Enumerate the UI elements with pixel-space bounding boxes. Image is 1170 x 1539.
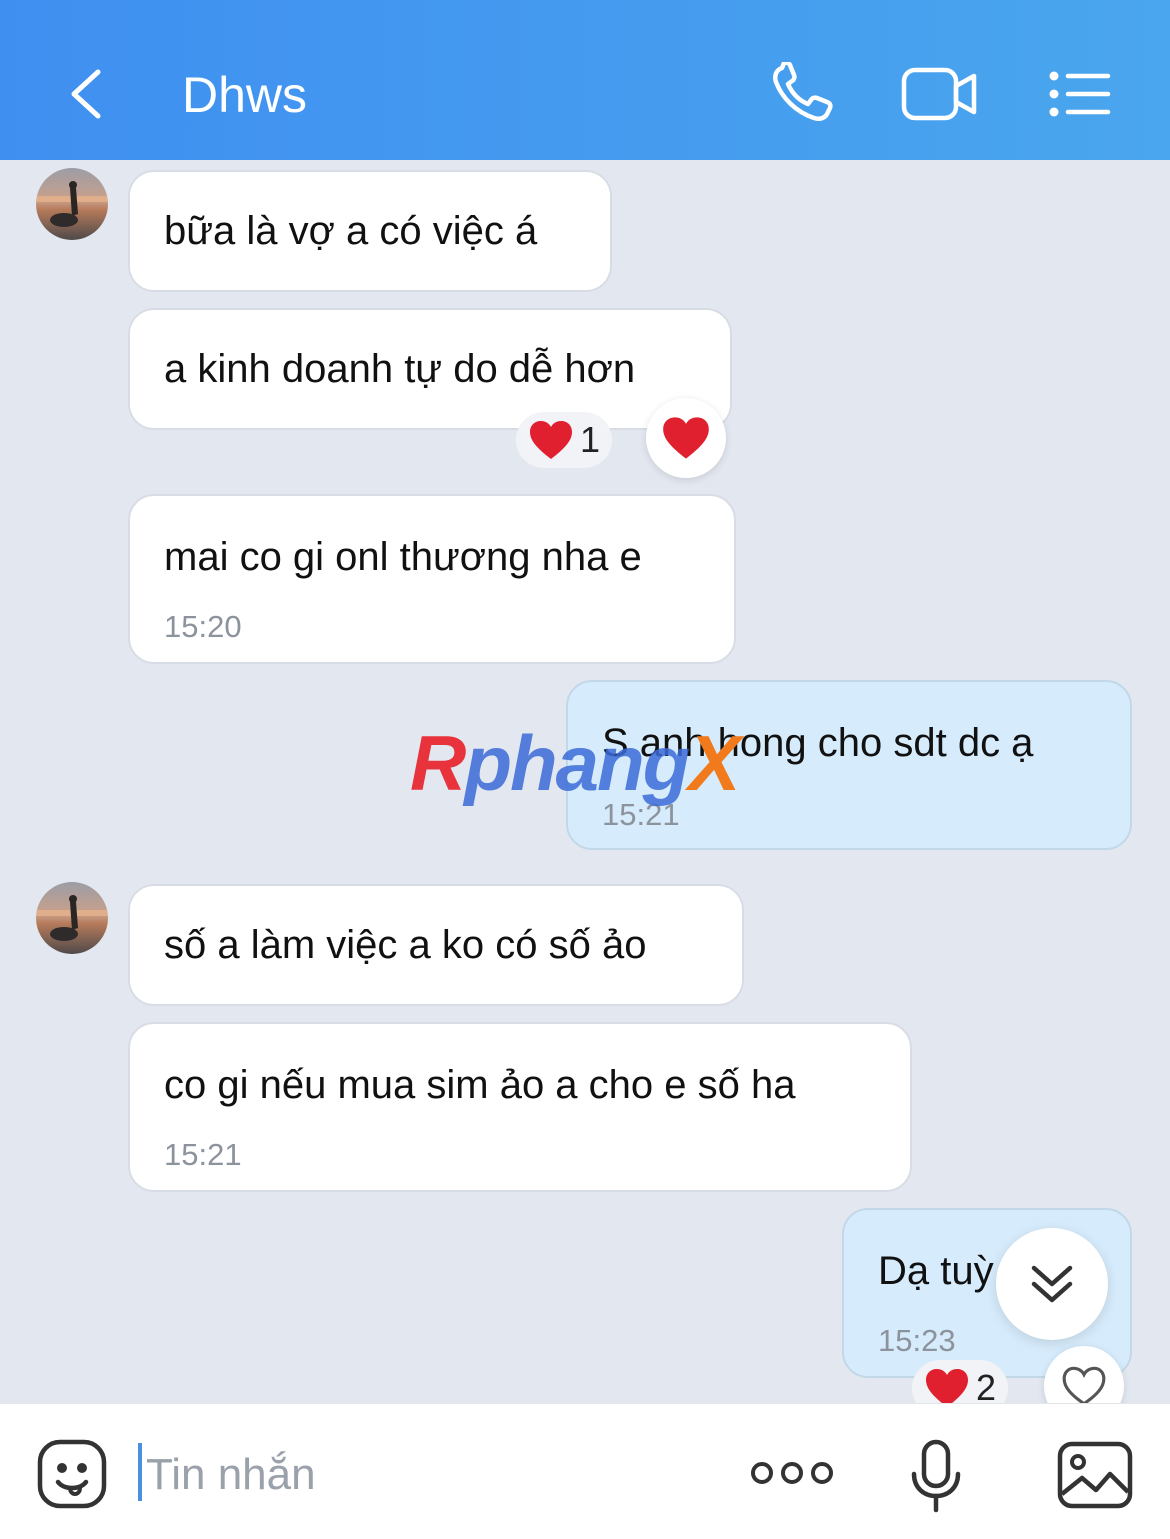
message-input[interactable]: Tin nhắn [146,1448,316,1502]
incoming-message[interactable]: co gi nếu mua sim ảo a cho e số ha 15:21 [128,1022,912,1192]
sticker-face-icon [37,1439,107,1509]
back-button[interactable] [62,64,114,124]
send-image-button[interactable] [1056,1440,1134,1510]
more-dots-icon [751,1462,833,1484]
message-text: mai co gi onl thương nha e [164,535,642,579]
watermark-text: phang [464,719,690,807]
voice-call-button[interactable] [768,60,838,126]
react-button[interactable] [646,398,726,478]
heart-icon [926,1369,968,1403]
message-text: bữa là vợ a có việc á [164,209,538,253]
sticker-button[interactable] [36,1438,108,1510]
more-options-button[interactable] [750,1458,834,1488]
image-icon [1057,1441,1133,1509]
watermark-logo: RphangX [410,718,740,808]
message-text: co gi nếu mua sim ảo a cho e số ha [164,1063,796,1107]
heart-icon [530,421,572,459]
contact-avatar[interactable] [36,168,108,240]
incoming-message[interactable]: mai co gi onl thương nha e 15:20 [128,494,736,664]
video-camera-icon [901,67,977,121]
list-menu-icon [1049,71,1111,117]
video-call-button[interactable] [900,66,980,122]
avatar-photo-icon [36,181,108,227]
reaction-count: 2 [976,1367,997,1403]
message-time: 15:23 [878,1323,956,1358]
heart-outline-icon [1062,1366,1106,1403]
chevron-left-icon [71,69,101,119]
voice-record-button[interactable] [908,1438,964,1514]
message-text: a kinh doanh tự do dễ hơn [164,347,636,391]
phone-icon [773,60,833,121]
options-menu-button[interactable] [1048,70,1112,118]
reaction-count: 1 [580,419,601,460]
message-text: số a làm việc a ko có số ảo [164,923,647,967]
contact-avatar[interactable] [36,882,108,954]
incoming-message[interactable]: bữa là vợ a có việc á [128,170,612,292]
incoming-message[interactable]: số a làm việc a ko có số ảo [128,884,744,1006]
microphone-icon [911,1439,961,1513]
watermark-letter: R [410,719,466,807]
scroll-to-bottom-button[interactable] [996,1228,1108,1340]
incoming-message[interactable]: a kinh doanh tự do dễ hơn [128,308,732,430]
avatar-photo-icon [36,895,108,941]
reaction-summary[interactable]: 2 [912,1360,1009,1403]
watermark-letter: X [688,719,740,807]
reaction-summary[interactable]: 1 [516,412,613,468]
heart-icon [663,417,709,459]
chat-header: Dhws [0,0,1170,160]
message-text: Dạ tuỳ [878,1249,994,1293]
message-time: 15:21 [164,1137,242,1172]
message-time: 15:20 [164,609,242,644]
double-chevron-down-icon [1031,1265,1073,1303]
text-cursor [138,1443,142,1501]
conversation-title[interactable]: Dhws [182,60,307,130]
